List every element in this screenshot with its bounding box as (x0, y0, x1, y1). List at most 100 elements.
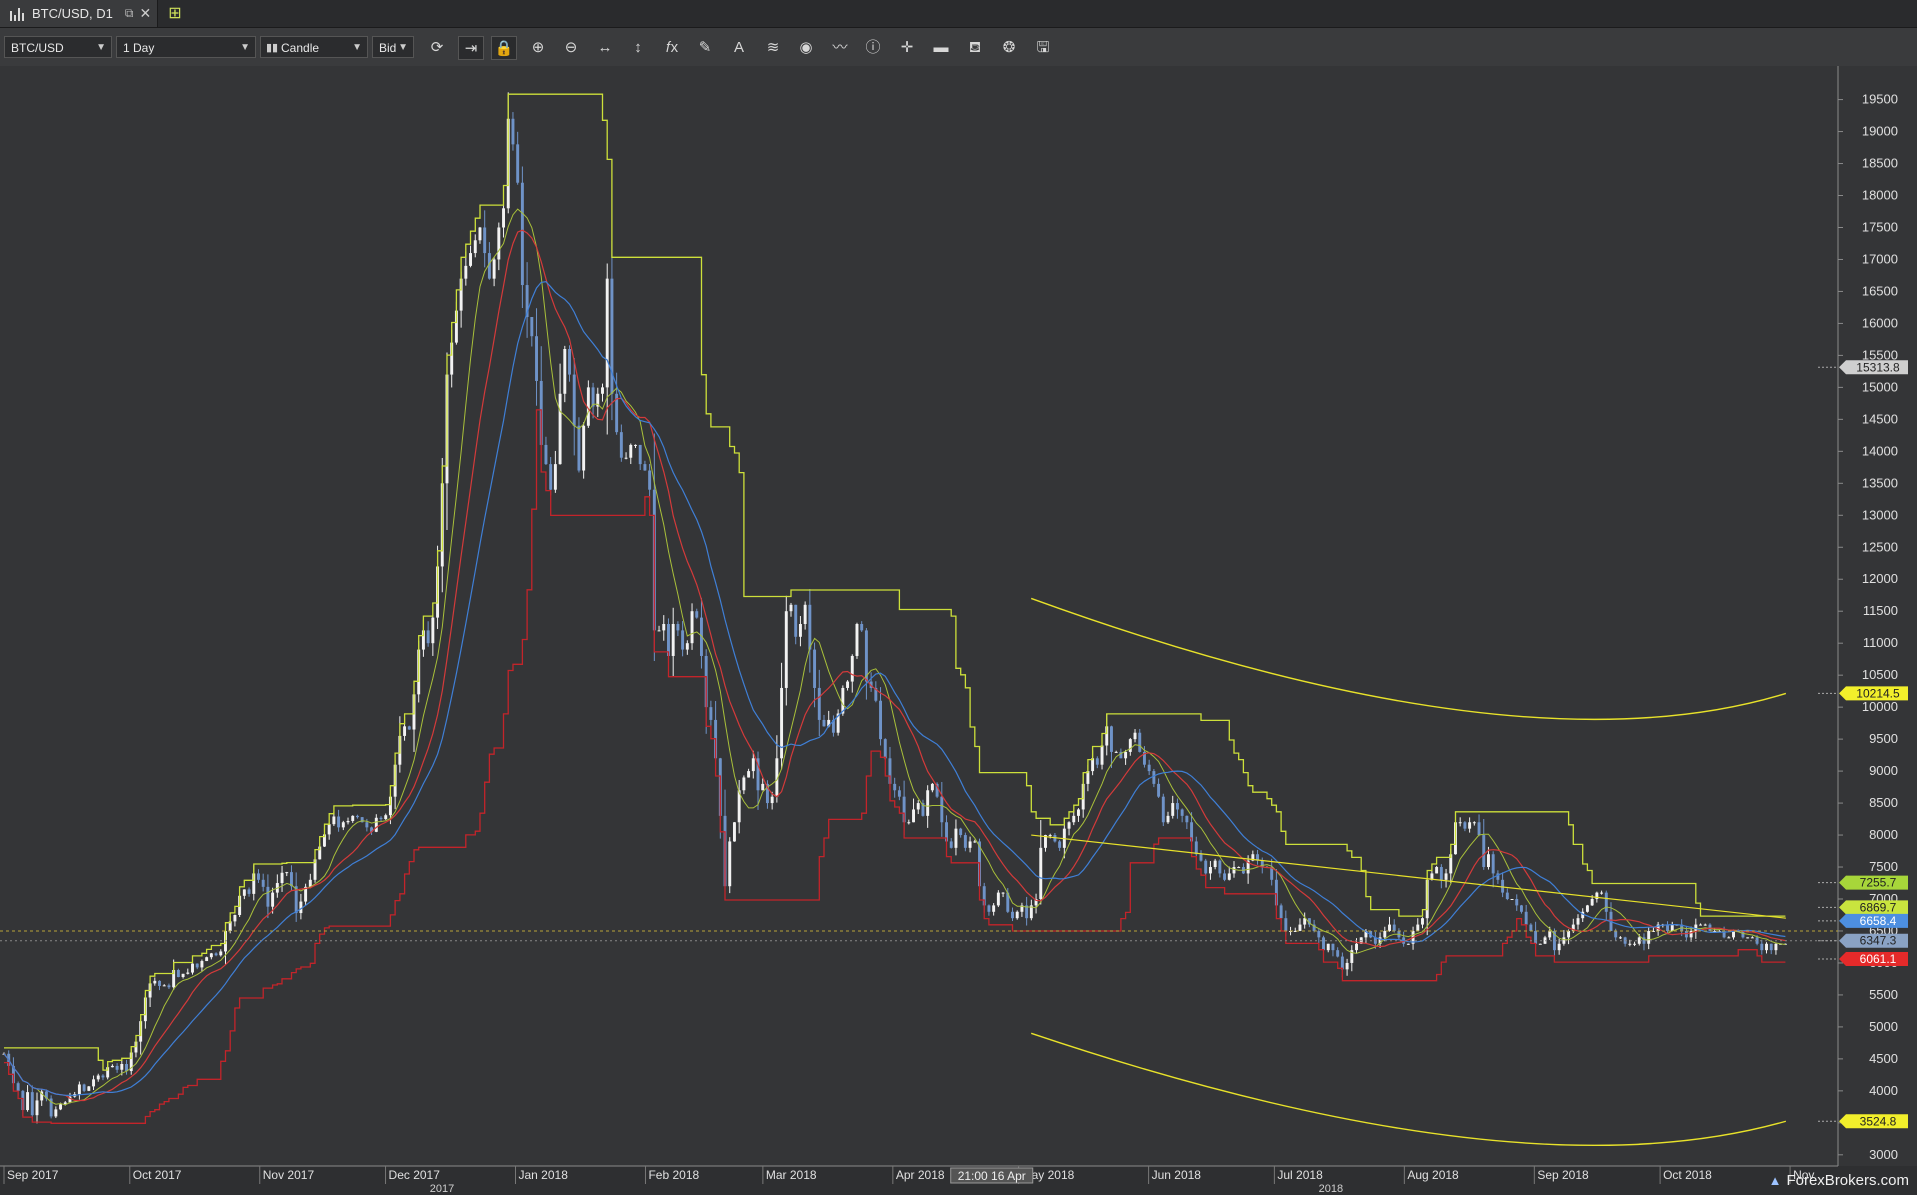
time-tick-label: Jun 2018 (1152, 1168, 1202, 1182)
candle-body (747, 771, 751, 778)
candle-body (963, 835, 967, 848)
branding: ▲ ForexBrokers.com (1769, 1172, 1909, 1189)
price-side-select[interactable]: Bid ▼ (372, 36, 414, 58)
candle-body (940, 796, 944, 823)
time-tick-label: Apr 2018 (896, 1168, 945, 1182)
candle-body (1614, 930, 1618, 938)
candle-body (1175, 803, 1179, 810)
price-tick-label: 5000 (1869, 1019, 1898, 1034)
candle-body (1604, 892, 1608, 912)
drawing-pencil-icon[interactable]: ✎ (692, 36, 718, 60)
candle-body (1491, 854, 1495, 874)
symbol-select[interactable]: BTC/USD ▼ (4, 36, 112, 58)
price-tag-label: 3524.8 (1860, 1114, 1897, 1128)
candle-body (1435, 867, 1439, 874)
save-icon[interactable]: 🖫 (1030, 36, 1056, 60)
candle-body (544, 444, 548, 465)
layers-icon[interactable]: ≋ (760, 36, 786, 60)
candle-body (1519, 905, 1523, 912)
candle-body (257, 873, 260, 880)
price-tick-label: 19000 (1862, 124, 1898, 139)
fit-vertical-icon[interactable]: ↕ (625, 36, 651, 60)
price-tag-label: 15313.8 (1856, 360, 1900, 374)
signals-icon[interactable]: 〰 (827, 36, 853, 60)
zoom-in-icon[interactable]: ⊕ (525, 36, 551, 60)
info-icon[interactable]: ⓘ (860, 36, 886, 60)
candle-body (77, 1084, 81, 1095)
candle-body (1383, 930, 1387, 938)
candle-body (115, 1065, 119, 1070)
candle-body (332, 816, 336, 825)
visibility-eye-icon[interactable]: ◉ (793, 36, 819, 60)
candle-body (864, 630, 868, 682)
fit-horizontal-icon[interactable]: ↔ (592, 36, 618, 60)
candle-body (949, 841, 953, 848)
popout-icon[interactable]: ⧉ (125, 6, 134, 21)
lock-icon[interactable]: 🔒 (491, 36, 517, 60)
timeframe-select[interactable]: 1 Day ▼ (116, 36, 256, 58)
candle-body (1515, 899, 1519, 906)
candle-body (327, 824, 331, 835)
candle-body (16, 1083, 20, 1091)
tab-btc-usd-d1[interactable]: BTC/USD, D1 ⧉ ✕ (0, 0, 158, 27)
price-chart[interactable]: 3000350040004500500055006000650070007500… (0, 66, 1917, 1195)
time-tick-label: Jul 2018 (1277, 1168, 1323, 1182)
candle-body (1421, 918, 1424, 925)
candle-body (1548, 930, 1552, 938)
price-tick-label: 17000 (1862, 251, 1898, 266)
candle-body (54, 1109, 58, 1117)
candle-body (1774, 943, 1778, 951)
price-tick-label: 9500 (1869, 731, 1898, 746)
candle-body (893, 783, 897, 791)
candle-body (1477, 822, 1481, 836)
candle-body (1406, 943, 1410, 945)
candle-body (1048, 835, 1052, 837)
candle-body (1416, 924, 1420, 931)
price-tick-label: 16500 (1862, 283, 1898, 298)
candle-body (365, 822, 369, 828)
candle-body (1317, 930, 1321, 938)
candle-body (1510, 899, 1514, 900)
candle-body (1769, 943, 1773, 951)
candle-body (200, 961, 204, 968)
add-chart-icon[interactable]: ⊞ (165, 4, 185, 24)
candle-body (492, 259, 496, 279)
candle-body (351, 815, 355, 821)
candle-body (181, 973, 185, 978)
chart-type-select[interactable]: ▮▮ Candle ▼ (260, 36, 368, 58)
time-tick-label: Jan 2018 (519, 1168, 569, 1182)
indicators-icon[interactable]: 𝑓x (659, 36, 685, 60)
time-tick-label: Oct 2018 (1663, 1168, 1712, 1182)
crosshair-icon[interactable]: ✛ (894, 36, 920, 60)
candle-body (483, 227, 487, 254)
candle-body (973, 841, 977, 843)
candle-body (1322, 937, 1325, 951)
candle-body (926, 790, 930, 816)
candle-body (1128, 739, 1132, 752)
paint-bucket-icon[interactable]: ⛾ (962, 36, 988, 60)
text-tool-icon[interactable]: A (726, 36, 752, 60)
price-tag-label: 6658.4 (1860, 914, 1897, 928)
price-tick-label: 8000 (1869, 827, 1898, 842)
candle-body (572, 374, 576, 426)
close-icon[interactable]: ✕ (139, 5, 151, 22)
shift-chart-icon[interactable]: ⇥ (458, 36, 484, 60)
candle-body (1388, 924, 1391, 931)
candle-body (568, 349, 571, 375)
zoom-out-icon[interactable]: ⊖ (558, 36, 584, 60)
candle-body (558, 393, 562, 465)
candle-body (1472, 822, 1476, 824)
year-label: 2017 (430, 1183, 454, 1195)
refresh-icon[interactable]: ⟳ (424, 36, 450, 60)
sync-icon[interactable]: ❂ (996, 36, 1022, 60)
candle-type-icon: ▮▮ (266, 42, 279, 54)
candle-body (191, 963, 194, 973)
candle-body (59, 1104, 63, 1110)
candle-body (728, 841, 732, 887)
candle-body (1109, 726, 1113, 752)
candle-body (813, 649, 817, 688)
candle-body (1750, 937, 1754, 939)
candle-body (879, 700, 883, 740)
candle-body (897, 790, 901, 797)
volume-bar-icon[interactable]: ▬ (928, 36, 954, 60)
